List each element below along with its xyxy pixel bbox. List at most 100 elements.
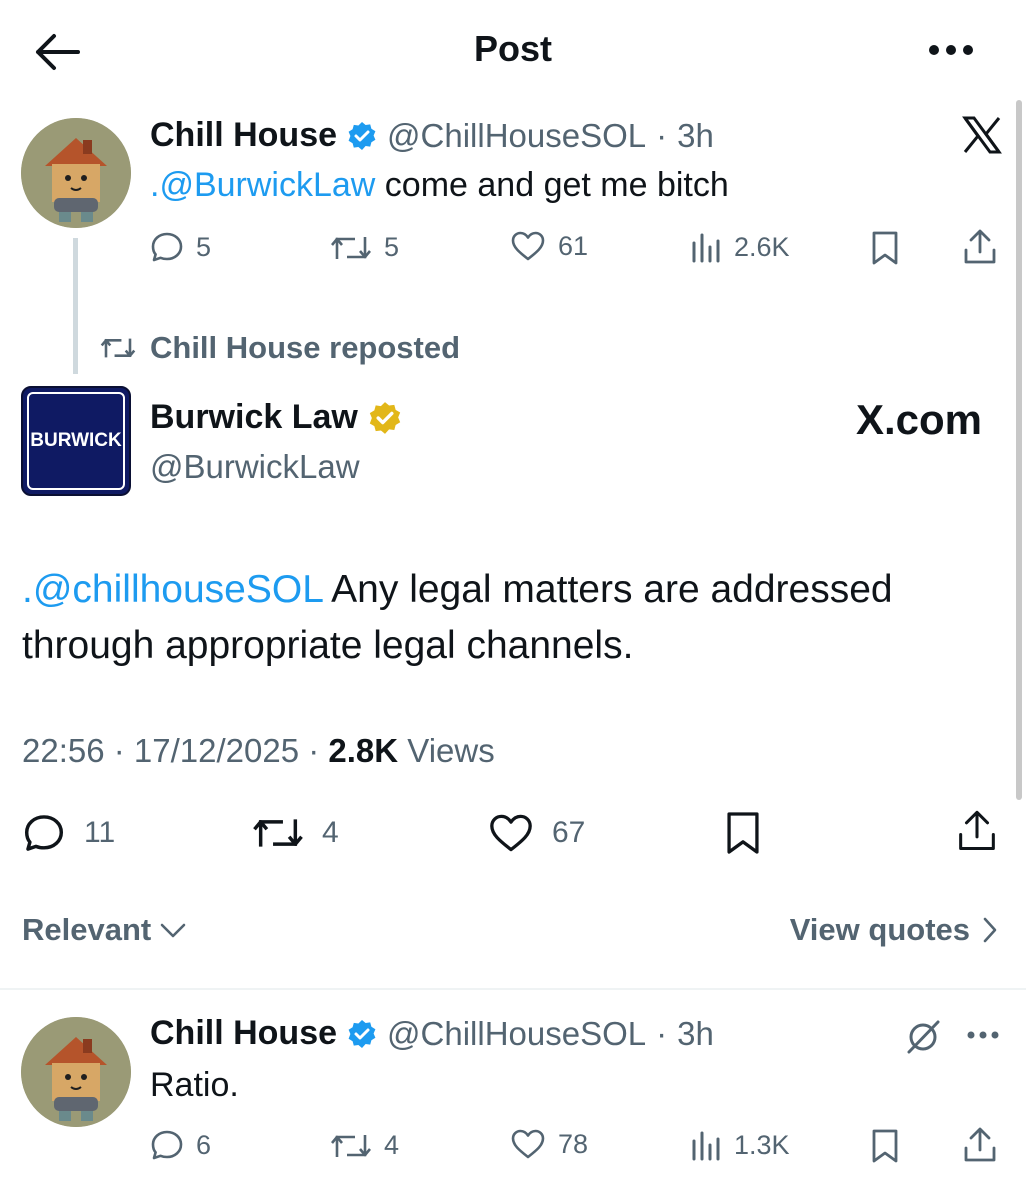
page-title: Post	[473, 28, 552, 69]
avatar[interactable]: BURWICK	[21, 386, 131, 496]
brand-label: X.com	[855, 396, 982, 443]
more-options-button[interactable]	[928, 42, 974, 58]
views-button[interactable]: 1.3K	[690, 1130, 790, 1161]
post-body-line1: Any legal matters are addressed	[322, 568, 893, 611]
like-button[interactable]: 61	[510, 230, 588, 262]
x-logo-icon	[962, 116, 1002, 154]
share-icon	[962, 228, 998, 266]
heart-icon	[510, 1128, 546, 1160]
repost-icon	[100, 335, 136, 361]
post-time[interactable]: 3h	[677, 117, 714, 155]
post-body: Ratio.	[150, 1066, 239, 1104]
heart-icon	[488, 812, 534, 854]
like-button[interactable]: 78	[510, 1128, 588, 1160]
repost-button[interactable]: 4	[330, 1130, 399, 1161]
post-text: .@chillhouseSOL Any legal matters are ad…	[22, 562, 893, 674]
views-count: 2.8K	[328, 732, 399, 769]
verified-badge-icon	[347, 1019, 377, 1049]
divider	[0, 988, 1026, 990]
reply-count: 6	[196, 1129, 212, 1160]
avatar[interactable]	[21, 118, 131, 228]
sort-label: Relevant	[22, 912, 152, 947]
scrollbar[interactable]	[1016, 100, 1022, 800]
reply-count: 11	[84, 816, 116, 849]
heart-icon	[510, 230, 546, 262]
repost-count: 5	[384, 232, 400, 262]
bookmark-button[interactable]	[724, 810, 762, 856]
post-body: come and get me bitch	[375, 166, 729, 204]
analytics-icon	[690, 233, 722, 263]
grok-icon	[904, 1018, 942, 1056]
author-name[interactable]: Burwick Law	[150, 398, 358, 437]
views-label: Views	[398, 732, 495, 769]
share-button[interactable]	[962, 1126, 998, 1164]
share-icon	[962, 1126, 998, 1164]
bookmark-icon	[724, 810, 762, 856]
post-header: Burwick Law	[150, 398, 402, 437]
author-name[interactable]: Chill House	[150, 1014, 337, 1053]
bookmark-icon	[870, 1128, 900, 1164]
repost-label[interactable]: Chill House reposted	[150, 330, 460, 366]
repost-count: 4	[384, 1130, 400, 1160]
like-button[interactable]: 67	[488, 812, 585, 854]
reply-button[interactable]: 5	[150, 230, 211, 264]
reply-count: 5	[196, 231, 212, 262]
post-header: Chill House @ChillHouseSOL · 3h	[150, 116, 714, 155]
post-time[interactable]: 3h	[677, 1015, 714, 1053]
house-character-icon	[21, 118, 131, 228]
author-name[interactable]: Chill House	[150, 116, 337, 155]
thread-line	[73, 238, 78, 374]
post-text: .@BurwickLaw come and get me bitch	[150, 166, 729, 205]
chevron-down-icon	[159, 921, 187, 939]
post-header: Chill House @ChillHouseSOL · 3h	[150, 1014, 714, 1053]
avatar[interactable]	[21, 1017, 131, 1127]
reply-icon	[22, 812, 66, 854]
post-body-line2: through appropriate legal channels.	[22, 624, 634, 667]
post-timestamp[interactable]: 22:56 · 17/12/2025 ·	[22, 732, 328, 769]
verified-badge-icon	[347, 121, 377, 151]
avatar-logo-text: BURWICK	[30, 430, 122, 451]
grok-button[interactable]	[904, 1018, 942, 1056]
author-handle[interactable]: @ChillHouseSOL	[387, 117, 646, 155]
house-character-icon	[21, 1017, 131, 1127]
repost-context: Chill House reposted	[100, 330, 460, 366]
share-button[interactable]	[962, 228, 998, 266]
sort-dropdown[interactable]: Relevant	[22, 912, 187, 948]
repost-button[interactable]: 5	[330, 232, 399, 263]
more-options-button[interactable]	[966, 1030, 1000, 1040]
like-count: 78	[558, 1128, 589, 1159]
reply-icon	[150, 230, 184, 264]
like-count: 61	[558, 230, 589, 261]
views-button[interactable]: 2.6K	[690, 232, 790, 263]
post-meta: 22:56 · 17/12/2025 · 2.8K Views	[22, 732, 495, 770]
like-count: 67	[552, 816, 586, 849]
more-horizontal-icon	[928, 42, 974, 58]
view-quotes-link[interactable]: View quotes	[700, 912, 998, 948]
repost-button[interactable]: 4	[252, 814, 339, 852]
mention-link[interactable]: .@chillhouseSOL	[22, 568, 322, 611]
separator-dot: ·	[656, 116, 668, 154]
repost-icon	[252, 814, 304, 852]
share-icon	[956, 808, 998, 854]
verified-gold-badge-icon	[368, 401, 402, 435]
repost-icon	[330, 1131, 372, 1161]
repost-icon	[330, 233, 372, 263]
views-count: 2.6K	[734, 232, 790, 262]
bookmark-button[interactable]	[870, 1128, 900, 1164]
analytics-icon	[690, 1131, 722, 1161]
mention-link[interactable]: .@BurwickLaw	[150, 166, 375, 204]
views-count: 1.3K	[734, 1130, 790, 1160]
bookmark-button[interactable]	[870, 230, 900, 266]
view-quotes-label: View quotes	[789, 912, 970, 947]
author-handle[interactable]: @ChillHouseSOL	[387, 1015, 646, 1053]
repost-count: 4	[322, 816, 339, 849]
more-horizontal-icon	[966, 1030, 1000, 1040]
author-handle[interactable]: @BurwickLaw	[150, 448, 360, 486]
reply-button[interactable]: 6	[150, 1128, 211, 1162]
reply-button[interactable]: 11	[22, 812, 115, 854]
bookmark-icon	[870, 230, 900, 266]
reply-icon	[150, 1128, 184, 1162]
share-button[interactable]	[956, 808, 998, 854]
chevron-right-icon	[982, 916, 998, 944]
separator-dot: ·	[656, 1014, 668, 1052]
